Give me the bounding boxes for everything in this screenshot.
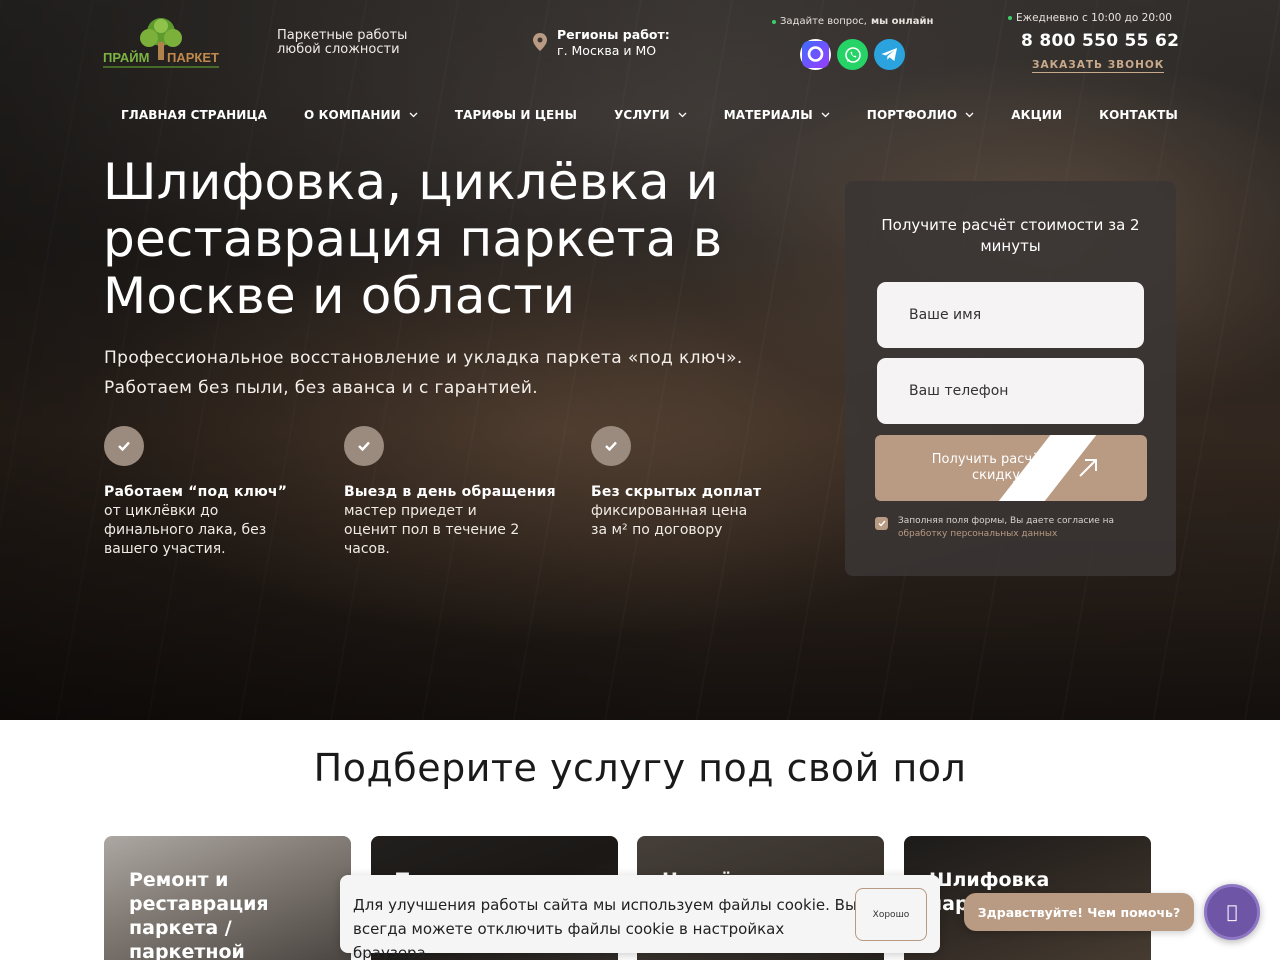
consent-text: Заполняя поля формы, Вы даете согласие н… <box>898 516 1115 526</box>
online-label: мы онлайн <box>870 16 934 27</box>
consent-row: Заполняя поля формы, Вы даете согласие н… <box>875 515 1150 541</box>
chevron-down-icon <box>409 112 418 118</box>
region-title: Регионы работ: <box>557 27 670 42</box>
online-dot-icon <box>772 19 776 24</box>
submit-button[interactable]: Получить расчёт и скидку <box>875 435 1147 501</box>
privacy-link[interactable]: обработку персональных данных <box>898 529 1057 539</box>
nav-label: ТАРИФЫ И ЦЕНЫ <box>454 108 578 122</box>
hero-lead-line-2: Работаем без пыли, без аванса и с гарант… <box>104 378 539 398</box>
feature-desc: фиксированная цена за м² по договору <box>591 503 748 538</box>
region-value: г. Москва и МО <box>557 43 657 58</box>
hero-lead: Профессиональное восстановление и укладк… <box>104 343 764 403</box>
check-icon <box>591 426 631 466</box>
chevron-down-icon <box>965 112 974 118</box>
form-title: Получите расчёт стоимости за 2 минуты <box>881 216 1140 255</box>
check-icon <box>104 426 144 466</box>
nav-label: ПОРТФОЛИО <box>866 108 958 122</box>
location-pin-icon <box>533 33 547 51</box>
logo-tree-icon: ПРАЙМ ПАРКЕТ <box>103 18 219 68</box>
online-prefix: Задайте вопрос, <box>780 16 867 27</box>
nav-item-contacts[interactable]: КОНТАКТЫ <box>1099 108 1178 122</box>
phone-link[interactable]: 8 800 550 55 62 <box>1021 31 1179 51</box>
logo-text-2: ПАРКЕТ <box>167 50 219 65</box>
cookie-text: Для улучшения работы сайта мы используем… <box>353 896 857 960</box>
page-title: Шлифовка, циклёвка и реставрация паркета… <box>103 153 723 325</box>
arrow-up-right-icon <box>1079 459 1097 477</box>
nav-item-materials[interactable]: МАТЕРИАЛЫ <box>724 108 830 122</box>
main-nav: ГЛАВНАЯ СТРАНИЦА О КОМПАНИИ ТАРИФЫ И ЦЕН… <box>103 104 1178 126</box>
feature-item: Выезд в день обращения мастер приедет и … <box>344 426 574 559</box>
nav-label: МАТЕРИАЛЫ <box>723 108 813 122</box>
name-field[interactable] <box>877 282 1144 348</box>
nav-label: О КОМПАНИИ <box>304 108 401 122</box>
feature-title: Выезд в день обращения <box>344 484 556 500</box>
nav-label: УСЛУГИ <box>614 108 670 122</box>
chevron-down-icon <box>678 112 687 118</box>
nav-item-services[interactable]: УСЛУГИ <box>614 108 687 122</box>
services-title: Подберите услугу под свой пол <box>313 746 967 790</box>
feature-item: Работаем “под ключ” от циклёвки до финал… <box>104 426 334 559</box>
chevron-down-icon <box>821 112 830 118</box>
nav-item-home[interactable]: ГЛАВНАЯ СТРАНИЦА <box>121 108 267 122</box>
phone-field[interactable] <box>877 358 1144 424</box>
hours-text: Ежедневно с 10:00 до 20:00 <box>1016 12 1172 24</box>
check-icon <box>344 426 384 466</box>
nav-label: ГЛАВНАЯ СТРАНИЦА <box>121 108 267 122</box>
telegram-icon[interactable] <box>874 39 905 70</box>
chat-greeting[interactable]: Здравствуйте! Чем помочь? <box>964 893 1194 931</box>
region-info: Регионы работ: г. Москва и МО <box>533 27 670 59</box>
cookie-banner: Для улучшения работы сайта мы используем… <box>340 875 940 960</box>
feature-desc: от циклёвки до финального лака, без ваше… <box>104 503 267 557</box>
max-icon[interactable] <box>800 39 831 70</box>
callback-button[interactable]: ЗАКАЗАТЬ ЗВОНОК <box>1032 59 1165 73</box>
feature-item: Без скрытых доплат фиксированная цена за… <box>591 426 821 540</box>
hero-lead-line-1: Профессиональное восстановление и укладк… <box>104 348 743 368</box>
cookie-accept-button[interactable]: Хорошо <box>855 888 927 941</box>
nav-item-portfolio[interactable]: ПОРТФОЛИО <box>867 108 974 122</box>
feature-desc: мастер приедет и оценит пол в течение 2 … <box>344 503 520 557</box>
service-card-title: Ремонт и реставрация паркета / паркетной <box>129 869 269 960</box>
logo-text-1: ПРАЙМ <box>103 50 149 65</box>
consent-checkbox[interactable] <box>875 517 888 530</box>
header-tagline: Паркетные работы любой сложности <box>277 28 408 57</box>
messenger-links <box>800 39 905 70</box>
nav-item-about[interactable]: О КОМПАНИИ <box>304 108 418 122</box>
site-logo[interactable]: ПРАЙМ ПАРКЕТ <box>103 16 219 72</box>
nav-label: КОНТАКТЫ <box>1099 108 1178 122</box>
service-card-repair[interactable]: Ремонт и реставрация паркета / паркетной <box>104 836 351 960</box>
hero-features: Работаем “под ключ” от циклёвки до финал… <box>104 426 784 557</box>
whatsapp-icon[interactable] <box>837 39 868 70</box>
working-hours: Ежедневно с 10:00 до 20:00 <box>1008 12 1172 24</box>
chat-button[interactable]:  <box>1204 884 1260 940</box>
nav-item-prices[interactable]: ТАРИФЫ И ЦЕНЫ <box>455 108 577 122</box>
nav-item-promotions[interactable]: АКЦИИ <box>1011 108 1062 122</box>
hours-dot-icon <box>1008 16 1012 20</box>
feature-title: Без скрытых доплат <box>591 484 762 500</box>
online-status: Задайте вопрос, мы онлайн <box>772 16 933 27</box>
feature-title: Работаем “под ключ” <box>104 484 288 500</box>
estimate-form-card: Получите расчёт стоимости за 2 минуты По… <box>845 181 1176 576</box>
nav-label: АКЦИИ <box>1011 108 1063 122</box>
chat-icon:  <box>1227 902 1238 923</box>
